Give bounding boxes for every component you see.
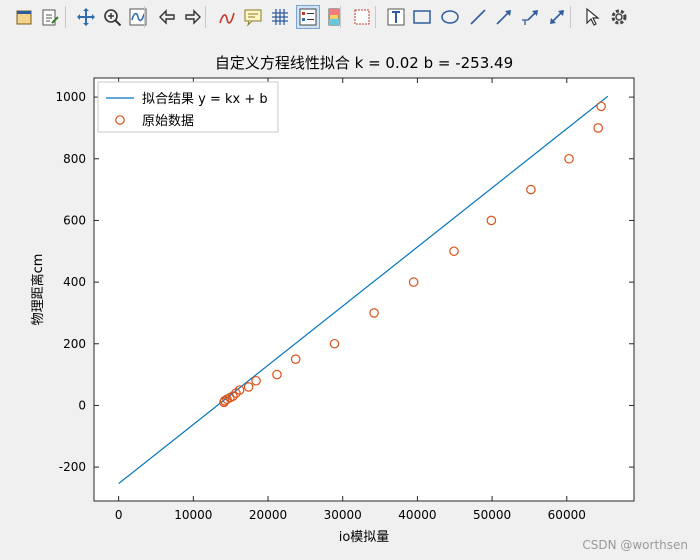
text-arrow-icon [522,10,538,25]
rectangle-button[interactable] [410,5,434,29]
forward-arrow-icon [185,9,201,25]
subplot-icon [354,9,370,25]
toolbar-separator [375,6,376,28]
text-arrow-button[interactable] [518,5,542,29]
toolbar-separator [570,6,571,28]
legend-entry-label: 原始数据 [142,114,194,129]
legend-button[interactable] [296,5,320,29]
brush-button[interactable] [215,5,239,29]
colorbar-button[interactable] [322,5,346,29]
line-icon [470,9,486,25]
y-axis-label: 物理距离cm [30,254,46,326]
back-arrow-icon [159,9,175,25]
back-arrow-button[interactable] [155,5,179,29]
y-tick-label: 0 [78,398,86,412]
x-tick-label: 60000 [548,508,586,522]
comment-button[interactable] [241,5,265,29]
toolbar-separator [144,6,145,28]
x-tick-label: 20000 [249,508,287,522]
line-button[interactable] [466,5,490,29]
x-tick-label: 40000 [398,508,436,522]
forward-arrow-button[interactable] [181,5,205,29]
text-icon [387,8,405,26]
ellipse-icon [441,10,459,24]
open-file-button[interactable] [12,5,36,29]
settings-button[interactable] [607,5,631,29]
y-tick-label: 200 [63,337,86,351]
arrow-button[interactable] [492,5,516,29]
zoom-button[interactable] [100,5,124,29]
legend-icon [299,8,317,26]
x-tick-label: 10000 [174,508,212,522]
chart-title: 自定义方程线性拟合 k = 0.02 b = -253.49 [215,54,513,72]
comment-icon [244,9,262,27]
double-arrow-button[interactable] [545,5,569,29]
pointer-button[interactable] [580,5,604,29]
subplot-button[interactable] [350,5,374,29]
toolbar-separator [205,6,206,28]
y-tick-label: 800 [63,152,86,166]
open-file-icon [16,10,32,25]
brush-icon [219,12,235,24]
edit-file-icon [42,9,59,26]
x-tick-label: 50000 [473,508,511,522]
text-button[interactable] [384,5,408,29]
y-tick-label: -200 [59,460,86,474]
rectangle-icon [413,10,431,24]
pan-icon [77,8,95,26]
y-tick-label: 400 [63,275,86,289]
figure-toolbar [0,0,700,37]
legend[interactable]: 拟合结果 y = kx + b 原始数据 [97,81,279,133]
rotate-icon [129,8,147,26]
grid-button[interactable] [268,5,292,29]
zoom-icon [104,9,122,27]
toolbar-separator [65,6,66,28]
y-tick-label: 1000 [55,90,86,104]
rotate-button[interactable] [126,5,150,29]
colorbar-icon [328,8,340,26]
x-tick-label: 30000 [324,508,362,522]
watermark: CSDN @worthsen [582,538,688,552]
x-axis-label: io模拟量 [339,530,390,545]
chart: 0 10000 20000 30000 40000 50000 60000 -200 0 200 4… [0,36,700,560]
edit-file-button[interactable] [38,5,62,29]
legend-entry-label: 拟合结果 y = kx + b [142,92,268,107]
x-tick-label: 0 [115,508,123,522]
y-tick-label: 600 [63,213,86,227]
double-arrow-icon [550,10,564,24]
pointer-icon [586,7,600,26]
settings-icon [611,9,627,25]
grid-icon [272,9,288,25]
toolbar-separator [340,6,341,28]
pan-button[interactable] [74,5,98,29]
ellipse-button[interactable] [438,5,462,29]
arrow-icon [496,10,511,25]
